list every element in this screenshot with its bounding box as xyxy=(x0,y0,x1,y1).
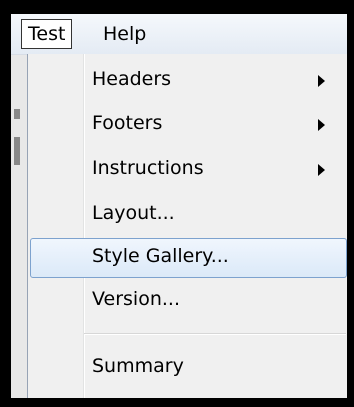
submenu-arrow-icon xyxy=(318,164,325,176)
background-fragment xyxy=(14,137,20,165)
menu-item-instructions[interactable]: Instructions xyxy=(30,150,347,190)
menu-bar: Test Help xyxy=(11,14,347,55)
menu-item-label: Style Gallery... xyxy=(92,245,229,267)
menu-item-version[interactable]: Version... xyxy=(30,281,347,321)
background-fragment xyxy=(14,109,20,119)
menu-item-label: Summary xyxy=(92,355,184,377)
menu-item-label: Layout... xyxy=(92,202,175,224)
menu-item-label: Headers xyxy=(92,68,172,90)
menu-help[interactable]: Help xyxy=(97,19,152,49)
app-window: Test Help Headers Footers Instructions L… xyxy=(11,14,347,398)
submenu-arrow-icon xyxy=(318,75,325,87)
menu-item-summary[interactable]: Summary xyxy=(30,348,347,388)
submenu-arrow-icon xyxy=(318,119,325,131)
menu-item-style-gallery[interactable]: Style Gallery... xyxy=(30,238,347,278)
menu-item-footers[interactable]: Footers xyxy=(30,105,347,145)
menu-item-label: Instructions xyxy=(92,157,204,179)
menu-separator xyxy=(84,333,346,335)
menu-item-layout[interactable]: Layout... xyxy=(30,195,347,235)
menu-item-label: Version... xyxy=(92,288,180,310)
menu-item-label: Footers xyxy=(92,112,163,134)
test-dropdown-menu: Headers Footers Instructions Layout... S… xyxy=(27,54,347,398)
menu-test[interactable]: Test xyxy=(21,19,73,49)
menu-item-headers[interactable]: Headers xyxy=(30,61,347,101)
background-window-edge xyxy=(11,55,27,398)
